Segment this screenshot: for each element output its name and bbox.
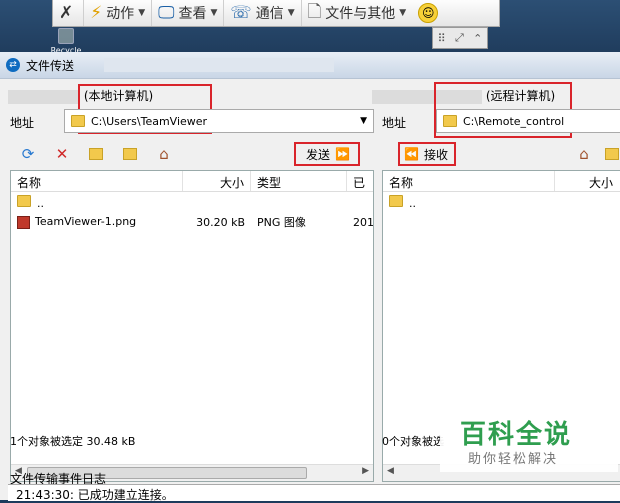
column-size[interactable]: 大小	[183, 171, 251, 191]
file-name: ..	[409, 196, 416, 210]
parent-folder-icon	[17, 194, 31, 207]
chevron-down-icon: ▼	[399, 8, 407, 18]
files-extras-menu[interactable]: 🗋 文件与其他 ▼	[302, 0, 413, 26]
title-blur	[104, 58, 335, 72]
toolbar-sub-controls: ⠿ ⤢ ⌃	[432, 27, 488, 49]
column-modified[interactable]: 已	[347, 171, 373, 191]
view-menu[interactable]: 🖵 查看 ▼	[152, 0, 225, 26]
monitor-icon: 🖵	[158, 3, 175, 23]
event-log: 21:43:30: 已成功建立连接。	[8, 484, 620, 502]
local-address-field[interactable]: C:\Users\TeamViewer ▼	[64, 109, 374, 133]
home-icon[interactable]: ⌂	[152, 143, 176, 165]
actions-menu[interactable]: ⚡ 动作 ▼	[84, 0, 153, 26]
remote-status: 0个对象被选	[382, 435, 444, 448]
grip-icon: ⠿	[437, 31, 446, 45]
local-name-blur	[8, 89, 80, 104]
phone-icon: ☏	[230, 3, 252, 23]
actions-menu-label: 动作	[106, 6, 135, 22]
chevron-down-icon[interactable]: ▼	[360, 116, 367, 126]
column-name[interactable]: 名称	[383, 171, 555, 191]
scroll-right-icon[interactable]: ▶	[362, 466, 369, 476]
column-size[interactable]: 大小	[555, 171, 619, 191]
send-label: 发送	[306, 147, 331, 162]
file-date: 201	[353, 215, 373, 229]
remote-address-field[interactable]: C:\Remote_control	[436, 109, 620, 133]
delete-icon[interactable]: ✕	[50, 143, 74, 165]
file-icon: 🗋	[307, 1, 322, 22]
local-toolbar: ⟳ ✕ ⌂	[16, 142, 186, 166]
png-file-icon	[17, 215, 30, 229]
column-type[interactable]: 类型	[251, 171, 347, 191]
recycle-bin-icon	[58, 28, 74, 44]
chevron-down-icon: ▼	[210, 8, 218, 18]
watermark-subtitle: 助你轻松解决	[468, 452, 559, 467]
folder-icon	[443, 115, 457, 127]
file-size: 30.20 kB	[196, 215, 245, 229]
parent-folder-icon	[389, 194, 403, 207]
table-row[interactable]: ..	[11, 192, 373, 212]
new-folder-icon[interactable]	[84, 143, 108, 165]
smiley-icon[interactable]: ☺	[418, 3, 439, 23]
view-menu-label: 查看	[178, 6, 207, 22]
local-address-value: C:\Users\TeamViewer	[91, 114, 208, 128]
up-folder-icon[interactable]	[118, 143, 142, 165]
column-name[interactable]: 名称	[11, 171, 183, 191]
folder-icon	[71, 115, 85, 127]
file-type: PNG 图像	[257, 216, 306, 229]
file-name: ..	[37, 196, 44, 210]
chevron-down-icon: ▼	[287, 8, 295, 18]
fast-forward-icon: ⏩	[335, 147, 350, 161]
scroll-left-icon[interactable]: ◀	[387, 466, 394, 476]
send-button[interactable]: 发送 ⏩	[306, 143, 350, 165]
communicate-menu-label: 通信	[255, 6, 284, 22]
close-session-button[interactable]: ✗	[53, 0, 85, 26]
fullscreen-icon[interactable]: ⤢	[455, 31, 464, 45]
collapse-up-icon[interactable]: ⌃	[473, 32, 482, 45]
watermark-title: 百科全说	[460, 420, 573, 450]
file-transfer-window: ⇄ 文件传送 (本地计算机) 地址 C:\Users\TeamViewer ▼ …	[0, 52, 620, 502]
home-icon[interactable]: ⌂	[572, 143, 596, 165]
local-list-header: 名称 大小 类型 已	[11, 171, 373, 192]
table-row[interactable]: ..	[383, 192, 620, 212]
event-log-line: 21:43:30: 已成功建立连接。	[16, 488, 174, 502]
teamviewer-logo-icon: ⇄	[6, 58, 20, 72]
refresh-icon[interactable]: ⟳	[16, 143, 40, 165]
communicate-menu[interactable]: ☏ 通信 ▼	[224, 0, 302, 26]
receive-button[interactable]: ⏪ 接收	[404, 143, 448, 165]
file-name: TeamViewer-1.png	[35, 215, 137, 229]
rewind-icon: ⏪	[404, 147, 419, 161]
local-status: 1个对象被选定 30.48 kB	[10, 435, 136, 448]
chevron-down-icon: ▼	[138, 8, 146, 18]
window-titlebar: ⇄ 文件传送	[0, 52, 620, 79]
up-folder-icon[interactable]	[600, 143, 620, 165]
lightning-icon: ⚡	[90, 3, 103, 23]
files-extras-menu-label: 文件与其他	[325, 6, 396, 22]
window-title: 文件传送	[26, 58, 75, 73]
remote-list-header: 名称 大小	[383, 171, 620, 192]
remote-address-value: C:\Remote_control	[463, 114, 565, 128]
teamviewer-toolbar: ✗ ⚡ 动作 ▼ 🖵 查看 ▼ ☏ 通信 ▼ 🗋 文件与其他 ▼ ☺	[52, 0, 500, 27]
table-row[interactable]: TeamViewer-1.png 30.20 kB PNG 图像 201	[11, 212, 373, 232]
watermark: 百科全说 助你轻松解决	[440, 408, 618, 472]
local-address-label: 地址	[10, 116, 35, 130]
receive-label: 接收	[423, 147, 448, 162]
close-x-icon: ✗	[59, 3, 74, 23]
remote-address-label: 地址	[382, 116, 407, 130]
